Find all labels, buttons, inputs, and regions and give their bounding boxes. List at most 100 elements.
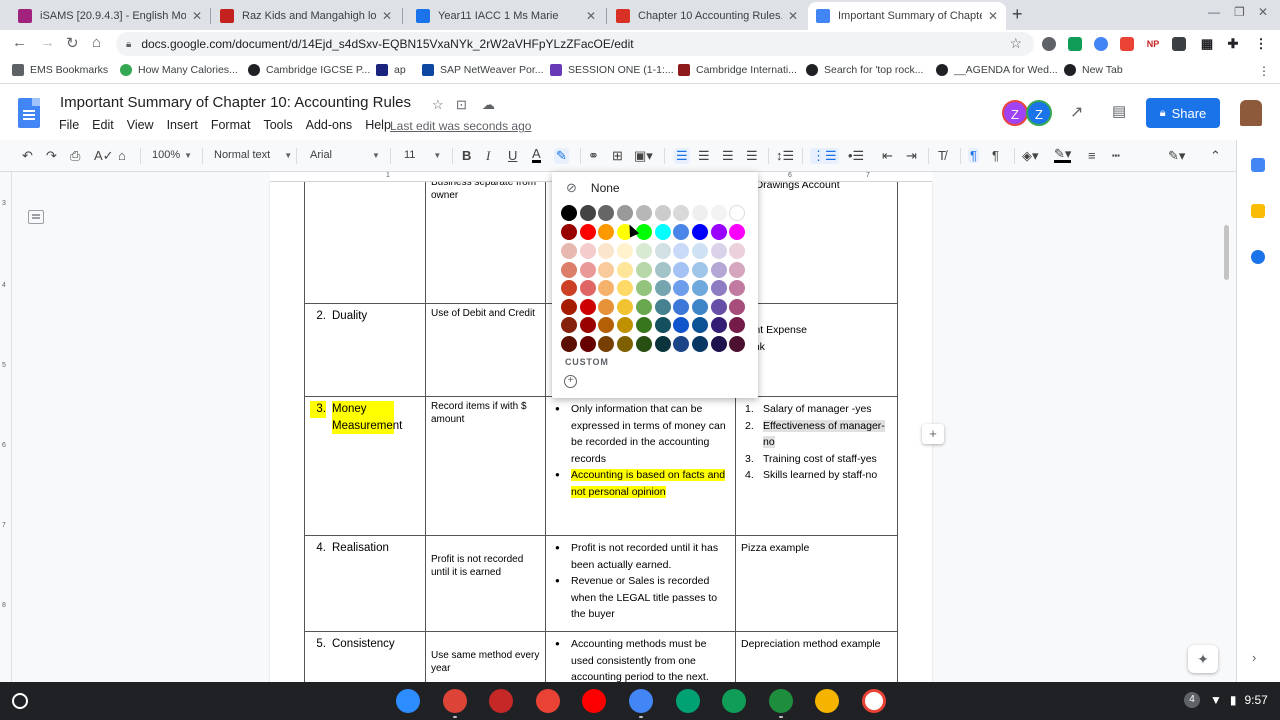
menu-addons[interactable]: Add-ons	[306, 118, 353, 132]
close-tab-icon[interactable]: ✕	[586, 9, 596, 23]
extension-icon[interactable]	[1042, 37, 1056, 51]
new-tab-button[interactable]: +	[1012, 4, 1023, 25]
bookmark[interactable]: SESSION ONE (1-1:...	[550, 64, 674, 76]
color-swatch[interactable]	[579, 205, 596, 221]
table-cell[interactable]: Use same method every year	[425, 631, 546, 682]
spellcheck-icon[interactable]: A✓	[94, 148, 114, 164]
menu-help[interactable]: Help	[365, 118, 391, 132]
color-swatch[interactable]	[710, 298, 727, 315]
more-icon[interactable]: ⋮	[1254, 37, 1268, 51]
color-swatch[interactable]	[729, 223, 746, 240]
color-swatch[interactable]	[617, 261, 634, 278]
insert-image-icon[interactable]: ▣▾	[634, 148, 653, 164]
text-color-icon[interactable]: A	[532, 147, 541, 163]
star-icon[interactable]: ☆	[432, 97, 444, 113]
docs-logo-icon[interactable]	[18, 98, 40, 128]
color-swatch[interactable]	[729, 317, 746, 333]
close-tab-icon[interactable]: ✕	[988, 9, 998, 23]
add-custom-color-icon[interactable]: +	[564, 375, 577, 388]
browser-tab[interactable]: Year11 IACC 1 Ms Marie ✕	[408, 2, 604, 30]
close-window-icon[interactable]: ✕	[1258, 5, 1268, 19]
highlight-color-icon[interactable]: ✎	[554, 148, 569, 164]
color-swatch[interactable]	[673, 317, 690, 333]
extension-icon[interactable]	[1068, 37, 1082, 51]
table-cell[interactable]: Or Drawings Account	[735, 182, 898, 304]
color-swatch[interactable]	[598, 298, 615, 315]
color-swatch[interactable]	[710, 280, 727, 296]
font-size-select[interactable]: 11 ▼	[404, 149, 441, 161]
app-3-icon[interactable]	[489, 689, 514, 713]
color-swatch[interactable]	[710, 223, 727, 240]
align-left-icon[interactable]: ☰	[674, 148, 690, 164]
color-swatch[interactable]	[654, 280, 671, 296]
style-select[interactable]: Normal text ▼	[214, 149, 292, 161]
color-swatch[interactable]	[579, 298, 596, 315]
bookmark[interactable]: Cambridge Internati...	[678, 64, 797, 76]
explore-button[interactable]: ✦	[1188, 645, 1218, 673]
bookmark[interactable]: __AGENDA for Wed...	[936, 64, 1058, 76]
color-swatch[interactable]	[654, 298, 671, 315]
color-swatch[interactable]	[617, 335, 634, 352]
color-swatch[interactable]	[561, 317, 577, 333]
align-center-icon[interactable]: ☰	[698, 148, 710, 164]
color-swatch[interactable]	[617, 243, 634, 259]
color-swatch[interactable]	[691, 317, 708, 333]
underline-icon[interactable]: U	[508, 148, 517, 163]
browser-tab[interactable]: Chapter 10 Accounting Rules.pdf ✕	[608, 2, 806, 30]
color-swatch[interactable]	[710, 205, 727, 221]
font-select[interactable]: Arial ▼	[310, 149, 380, 161]
activity-trend-icon[interactable]: ↗	[1070, 102, 1083, 122]
move-folder-icon[interactable]: ⊡	[456, 97, 467, 113]
scrollbar[interactable]	[1224, 225, 1229, 280]
reload-icon[interactable]: ↻	[66, 34, 79, 52]
keep-icon[interactable]	[1251, 204, 1265, 218]
table-cell[interactable]: 4. Realisation	[304, 535, 426, 632]
tasks-icon[interactable]	[1251, 250, 1265, 264]
color-swatch[interactable]	[729, 280, 746, 296]
table-cell[interactable]: 1. Salary of manager -yes 2. Effectiveness…	[735, 396, 898, 536]
align-right-icon[interactable]: ☰	[722, 148, 734, 164]
extension-np-icon[interactable]: NP	[1146, 37, 1160, 51]
color-swatch[interactable]	[617, 317, 634, 333]
color-swatch[interactable]	[691, 335, 708, 352]
color-swatch[interactable]	[729, 205, 746, 221]
browser-tab[interactable]: Raz Kids and Mangahigh login in ✕	[212, 2, 400, 30]
increase-indent-icon[interactable]: ⇥	[906, 148, 917, 164]
color-swatch[interactable]	[710, 261, 727, 278]
link-icon[interactable]: ⚭	[588, 148, 599, 164]
bookmark[interactable]: New Tab	[1064, 64, 1123, 76]
close-tab-icon[interactable]: ✕	[382, 9, 392, 23]
bookmark[interactable]: How Many Calories...	[120, 64, 238, 76]
bookmark[interactable]: Search for 'top rock...	[806, 64, 923, 76]
bookmark[interactable]: Cambridge IGCSE P...	[248, 64, 370, 76]
color-swatch[interactable]	[598, 243, 615, 259]
color-swatch[interactable]	[673, 205, 690, 221]
color-swatch[interactable]	[635, 243, 652, 259]
undo-icon[interactable]: ↶	[22, 148, 33, 164]
maximize-icon[interactable]: ❐	[1234, 5, 1245, 19]
color-swatch[interactable]	[579, 243, 596, 259]
color-swatch[interactable]	[691, 280, 708, 296]
avatar[interactable]: Z	[1002, 100, 1028, 126]
color-swatch[interactable]	[710, 335, 727, 352]
color-swatch[interactable]	[598, 280, 615, 296]
table-cell[interactable]: Business separate from owner	[425, 182, 546, 304]
table-cell[interactable]: Record items if with $ amount	[425, 396, 546, 536]
border-color-icon[interactable]: ✎▾	[1054, 147, 1072, 163]
color-swatch[interactable]	[635, 205, 652, 221]
line-spacing-icon[interactable]: ↕☰	[776, 148, 794, 164]
home-icon[interactable]: ⌂	[92, 34, 101, 51]
color-swatch[interactable]	[617, 205, 634, 221]
numbered-list-icon[interactable]: ⋮☰	[810, 148, 839, 164]
bookmark[interactable]: ap	[376, 64, 406, 76]
grid-icon[interactable]: ▦	[1200, 37, 1214, 51]
italic-icon[interactable]: I	[486, 148, 490, 164]
color-swatch[interactable]	[729, 335, 746, 352]
zoom-app-icon[interactable]	[396, 689, 420, 713]
classroom-app-icon[interactable]	[768, 689, 793, 713]
last-edit-link[interactable]: Last edit was seconds ago	[390, 119, 531, 133]
color-swatch[interactable]	[598, 335, 615, 352]
color-swatch[interactable]	[561, 243, 577, 259]
color-swatch[interactable]	[691, 243, 708, 259]
hide-menus-icon[interactable]: ⌃	[1210, 148, 1221, 164]
